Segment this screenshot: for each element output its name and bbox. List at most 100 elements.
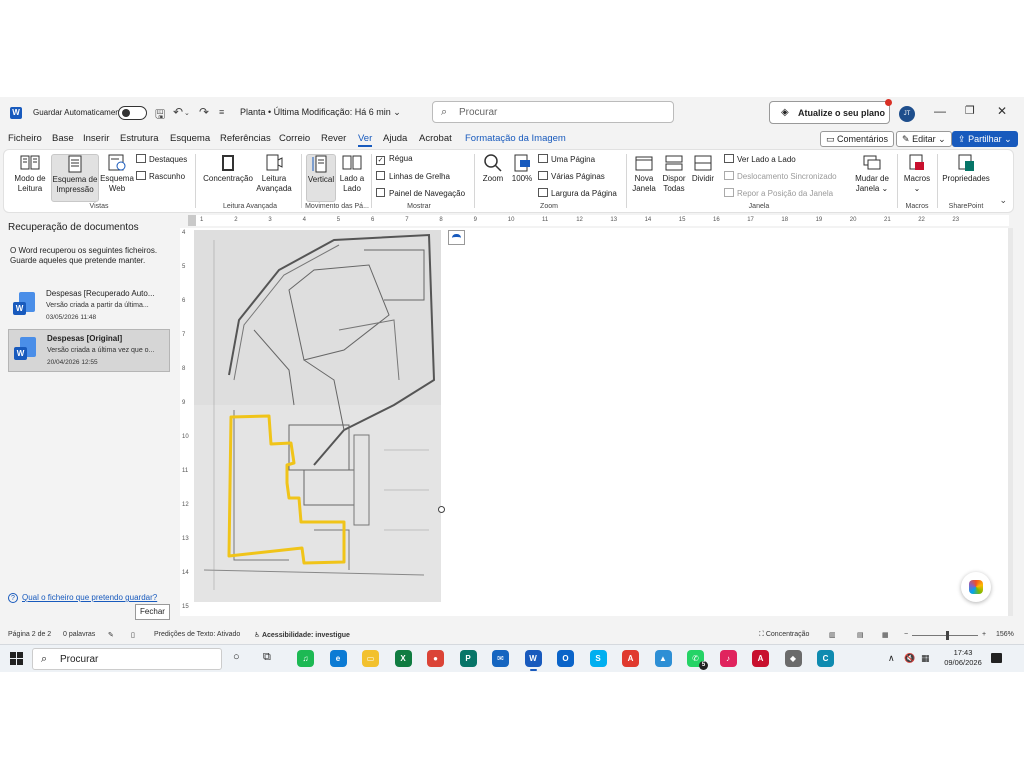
accessibility-status[interactable]: ♿ Acessibilidade: investigue: [254, 631, 350, 639]
customize-toolbar-icon[interactable]: ≡: [219, 107, 224, 117]
split-button[interactable]: Dividir: [690, 154, 716, 184]
upgrade-plan-button[interactable]: ◈ Atualize o seu plano: [769, 99, 892, 124]
minimize-icon[interactable]: —: [934, 104, 946, 118]
which-file-help-link[interactable]: ? Qual o ficheiro que pretendo guardar?: [8, 593, 157, 603]
book-icon[interactable]: ▯: [131, 631, 135, 639]
notification-icon[interactable]: [991, 653, 1002, 663]
zoom-slider[interactable]: [912, 635, 978, 636]
switch-windows-button[interactable]: Mudar de Janela ⌄: [852, 154, 892, 194]
resize-handle[interactable]: [438, 506, 445, 513]
draft-button[interactable]: Rascunho: [136, 171, 185, 181]
zoom-in-icon[interactable]: +: [982, 631, 986, 638]
new-window-button[interactable]: Nova Janela: [631, 154, 657, 194]
macros-button[interactable]: Macros ⌄: [901, 154, 933, 194]
synchronous-scrolling-button[interactable]: Deslocamento Sincronizado: [724, 171, 837, 181]
spotify-icon[interactable]: ♫: [297, 650, 314, 667]
page-count[interactable]: Página 2 de 2: [8, 631, 51, 638]
tab-design[interactable]: Estrutura: [120, 133, 159, 144]
web-layout-button[interactable]: Esquema Web: [100, 154, 134, 194]
read-mode-view-icon[interactable]: ▥: [829, 631, 836, 639]
editing-mode-button[interactable]: ✎ Editar ⌄: [896, 131, 952, 147]
zoom-100-button[interactable]: 100%: [509, 154, 535, 184]
navigation-pane-checkbox[interactable]: Painel de Navegação: [376, 188, 465, 198]
properties-button[interactable]: Propriedades: [940, 154, 992, 184]
photos-icon[interactable]: ▲: [654, 650, 672, 667]
undo-dropdown-icon[interactable]: ⌄: [184, 109, 190, 117]
focus-button[interactable]: Concentração: [202, 154, 254, 184]
word-count[interactable]: 0 palavras: [63, 631, 95, 638]
gridlines-checkbox[interactable]: Linhas de Grelha: [376, 171, 450, 181]
undo-icon[interactable]: ↶: [173, 105, 183, 119]
save-icon[interactable]: 🖫: [155, 105, 165, 126]
recovered-file-item[interactable]: W Despesas [Recuperado Auto... Versão cr…: [8, 285, 170, 328]
horizontal-ruler[interactable]: 1 2 3 4 5 6 7 8 9 10 11 12 13 14 15 16 17 18 19 20 21 22 23: [188, 215, 1009, 226]
close-recovery-button[interactable]: Fechar: [135, 604, 170, 620]
tab-acrobat[interactable]: Acrobat: [419, 133, 452, 144]
tab-help[interactable]: Ajuda: [383, 133, 407, 144]
focus-mode-button[interactable]: ⛶ Concentração: [759, 631, 809, 639]
restore-icon[interactable]: ❐: [965, 104, 975, 117]
multiple-pages-button[interactable]: Várias Páginas: [538, 171, 605, 181]
layout-options-icon[interactable]: [448, 230, 465, 245]
zoom-button[interactable]: Zoom: [480, 154, 506, 184]
outlook-mail-icon[interactable]: ✉: [492, 650, 509, 667]
tab-references[interactable]: Referências: [220, 133, 271, 144]
autosave-toggle[interactable]: [118, 106, 147, 120]
reset-window-position-button[interactable]: Repor a Posição da Janela: [724, 188, 833, 198]
file-explorer-icon[interactable]: ▭: [362, 650, 379, 667]
zoom-slider-thumb[interactable]: [946, 631, 949, 640]
copilot-button[interactable]: [961, 572, 991, 602]
taskbar-search[interactable]: ⌕ Procurar: [32, 648, 222, 670]
outline-button[interactable]: Destaques: [136, 154, 187, 164]
system-clock[interactable]: 17:43 09/06/2026: [941, 648, 985, 668]
calendar-icon[interactable]: ▦: [921, 653, 930, 664]
immersive-reader-button[interactable]: Leitura Avançada: [256, 154, 292, 194]
acrobat-reader-icon[interactable]: A: [622, 650, 639, 667]
windows-start-icon[interactable]: [10, 652, 24, 666]
chrome-icon[interactable]: ●: [427, 650, 444, 667]
app-icon[interactable]: ◆: [784, 650, 802, 667]
cortana-icon[interactable]: ○: [233, 651, 240, 663]
proofing-icon[interactable]: ✎: [108, 631, 114, 639]
text-predictions-status[interactable]: Predições de Texto: Ativado: [154, 631, 240, 638]
outlook-icon[interactable]: O: [557, 650, 574, 667]
settings-app-icon[interactable]: C: [817, 650, 834, 667]
web-layout-view-icon[interactable]: ▦: [882, 631, 889, 639]
side-to-side-button[interactable]: Lado a Lado: [337, 154, 367, 194]
skype-icon[interactable]: S: [589, 650, 607, 667]
view-side-by-side-button[interactable]: Ver Lado a Lado: [724, 154, 796, 164]
task-view-icon[interactable]: ⧉: [263, 651, 271, 664]
tab-file[interactable]: Ficheiro: [8, 133, 42, 144]
acrobat-icon[interactable]: A: [752, 650, 769, 667]
tab-insert[interactable]: Inserir: [83, 133, 109, 144]
word-icon[interactable]: W: [524, 650, 542, 671]
excel-icon[interactable]: X: [394, 650, 412, 667]
collapse-ribbon-icon[interactable]: ⌄: [999, 195, 1007, 206]
vertical-ruler[interactable]: 4 5 6 7 8 9 10 11 12 13 14 15: [180, 228, 190, 616]
edge-icon[interactable]: e: [329, 650, 347, 667]
whatsapp-icon[interactable]: ✆ 5: [687, 650, 708, 670]
comments-button[interactable]: ▭ Comentários: [820, 131, 895, 147]
vertical-scrollbar[interactable]: [1008, 228, 1013, 616]
ruler-checkbox[interactable]: ✓ Régua: [376, 154, 413, 165]
avatar[interactable]: JT: [899, 106, 915, 122]
publisher-icon[interactable]: P: [459, 650, 477, 667]
zoom-level[interactable]: 156%: [996, 631, 1014, 638]
recovered-file-item[interactable]: W Despesas [Original] Versão criada a úl…: [8, 329, 170, 372]
tab-picture-format[interactable]: Formatação da Imagem: [465, 133, 566, 144]
tiktok-icon[interactable]: ♪: [719, 650, 737, 667]
tab-review[interactable]: Rever: [321, 133, 346, 144]
tab-layout[interactable]: Esquema: [170, 133, 210, 144]
close-icon[interactable]: ✕: [997, 104, 1007, 118]
one-page-button[interactable]: Uma Página: [538, 154, 595, 164]
tab-view[interactable]: Ver: [358, 133, 373, 147]
tab-mailings[interactable]: Correio: [279, 133, 310, 144]
search-box[interactable]: ⌕ Procurar: [432, 101, 674, 123]
vertical-button[interactable]: Vertical: [306, 154, 336, 202]
chevron-up-icon[interactable]: ∧: [888, 653, 895, 664]
document-title[interactable]: Planta • Última Modificação: Há 6 min ⌄: [240, 107, 401, 118]
volume-icon[interactable]: 🔇: [904, 653, 915, 664]
floor-plan-image[interactable]: [194, 230, 441, 602]
share-button[interactable]: ⇪ Partilhar ⌄: [952, 131, 1018, 147]
arrange-all-button[interactable]: Dispor Todas: [660, 154, 688, 194]
